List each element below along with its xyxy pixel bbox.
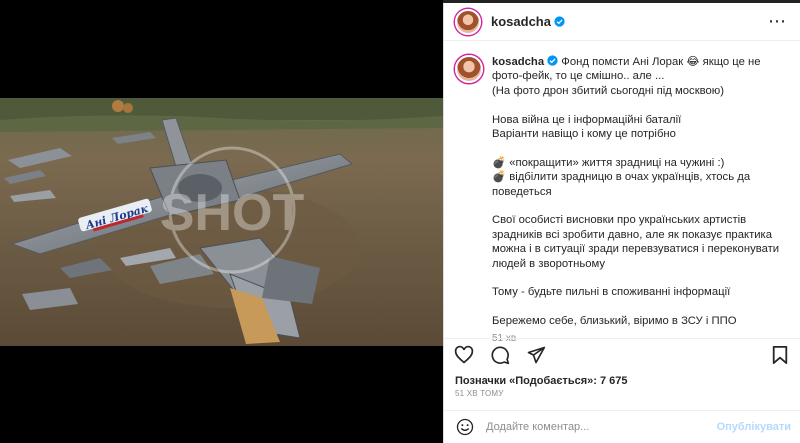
downed-drone-photo: Ані Лорак SHOT — [0, 98, 443, 346]
heart-icon[interactable] — [454, 345, 474, 365]
share-icon[interactable] — [526, 345, 546, 365]
post-media: Ані Лорак SHOT — [0, 0, 443, 443]
caption-avatar[interactable] — [455, 55, 483, 83]
post-photo[interactable]: Ані Лорак SHOT — [0, 98, 443, 346]
comment-input[interactable] — [486, 421, 716, 433]
post-header: kosadcha ⋯ — [444, 3, 800, 41]
caption-paragraph-6: Бережемо себе, близький, віримо в ЗСУ і … — [492, 315, 737, 328]
bookmark-icon[interactable] — [771, 345, 789, 365]
instagram-post-modal: Ані Лорак SHOT kosadcha ⋯ kosadcha Фонд … — [0, 0, 800, 443]
comment-icon[interactable] — [490, 345, 510, 365]
header-username[interactable]: kosadcha — [491, 14, 551, 29]
caption-paragraph-5: Тому - будьте пильні в споживанні інформ… — [492, 286, 731, 299]
watermark-text: SHOT — [160, 184, 305, 242]
caption-username[interactable]: kosadcha — [492, 56, 544, 68]
avatar[interactable] — [455, 8, 481, 35]
post-timestamp[interactable]: 51 ХВ ТОМУ — [455, 389, 504, 398]
likes-count[interactable]: Позначки «Подобається»: 7 675 — [455, 375, 627, 387]
post-side-panel: kosadcha ⋯ kosadcha Фонд помсти Ані Лора… — [443, 3, 800, 443]
more-icon[interactable]: ⋯ — [768, 11, 787, 32]
caption-line-2: (На фото дрон збитий сьогодні під москво… — [492, 84, 725, 97]
verified-icon — [554, 16, 565, 27]
emoji-icon[interactable] — [456, 418, 474, 436]
caption-paragraph-2-line-1: Нова війна це і інформаційні баталії — [492, 113, 682, 126]
action-bar — [444, 338, 800, 368]
caption-paragraph-4: Свої особисті висновки про українських а… — [492, 214, 780, 270]
caption-text: kosadcha Фонд помсти Ані Лорак 😂 якщо це… — [492, 55, 782, 344]
caption-paragraph-3-line-2: 💣 відбілити зрадницю в очах українців, х… — [492, 171, 751, 198]
post-caption: kosadcha Фонд помсти Ані Лорак 😂 якщо це… — [444, 42, 800, 344]
caption-paragraph-2-line-2: Варіанти навіщо і кому це потрібно — [492, 128, 676, 141]
caption-paragraph-3-line-1: 💣 «покращити» життя зрадниці на чужині :… — [492, 156, 725, 169]
verified-icon — [547, 55, 558, 66]
comment-bar: Опублікувати — [444, 410, 800, 443]
publish-button[interactable]: Опублікувати — [717, 421, 791, 433]
